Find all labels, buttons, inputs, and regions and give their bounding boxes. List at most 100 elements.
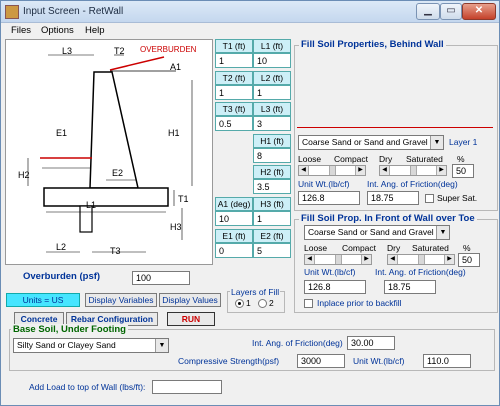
menu-bar: Files Options Help	[1, 23, 499, 39]
fill-front-percent-label: %	[463, 243, 471, 253]
fill-front-unitwt-input[interactable]: 126.8	[304, 280, 366, 294]
layers-title: Layers of Fill	[230, 287, 281, 297]
super-sat-checkbox[interactable]	[425, 194, 434, 203]
fill-front-saturated-label: Saturated	[412, 243, 449, 253]
add-load-input[interactable]	[152, 380, 222, 394]
input-h3[interactable]: 1	[253, 211, 291, 226]
label-e2: E2	[112, 168, 123, 178]
layers-radio-2[interactable]	[258, 299, 267, 308]
close-button[interactable]: ✕	[462, 3, 496, 20]
fill-front-density-slider[interactable]: ◀ ▶	[304, 254, 372, 265]
maximize-button[interactable]: ▭	[440, 3, 462, 20]
arrow-right-icon: ▶	[436, 166, 446, 175]
close-icon: ✕	[474, 5, 484, 16]
fill-behind-loose-label: Loose	[298, 154, 322, 164]
arrow-left-icon: ◀	[305, 255, 315, 264]
fill-behind-percent-label: %	[457, 154, 465, 164]
base-unitwt-input[interactable]: 110.0	[423, 354, 471, 368]
base-soil-select[interactable]: Silty Sand or Clayey Sand ▼	[13, 338, 169, 353]
fill-behind-saturated-label: Saturated	[406, 154, 443, 164]
menu-options[interactable]: Options	[41, 25, 74, 36]
input-t2[interactable]: 1	[215, 85, 253, 100]
input-a1[interactable]: 10	[215, 211, 253, 226]
main-window: Input Screen - RetWall ▁ ▭ ✕ Files Optio…	[0, 0, 500, 406]
base-friction-input[interactable]: 30.00	[347, 336, 395, 350]
units-indicator[interactable]: Units = US	[6, 293, 80, 307]
header-l2: L2 (ft)	[253, 71, 291, 85]
window-title: Input Screen - RetWall	[23, 6, 124, 17]
display-variables-button[interactable]: Display Variables	[85, 293, 157, 307]
base-unitwt-label: Unit Wt.(lb/cf)	[353, 356, 405, 366]
input-l1[interactable]: 10	[253, 53, 291, 68]
inplace-label: Inplace prior to backfill	[317, 298, 402, 308]
header-l1: L1 (ft)	[253, 39, 291, 53]
chevron-down-icon: ▼	[430, 136, 443, 149]
fill-behind-friction-label: Int. Ang. of Friction(deg)	[367, 179, 458, 189]
fill-behind-unitwt-input[interactable]: 126.8	[298, 191, 360, 205]
super-sat-label: Super Sat.	[437, 193, 478, 203]
slider-thumb[interactable]	[410, 166, 417, 175]
display-values-button[interactable]: Display Values	[159, 293, 221, 307]
input-e2[interactable]: 5	[253, 243, 291, 258]
label-l3: L3	[62, 46, 72, 56]
layers-radio-1[interactable]	[235, 299, 244, 308]
label-l2: L2	[56, 242, 66, 252]
base-soil-value: Silty Sand or Clayey Sand	[17, 340, 116, 350]
fill-front-friction-input[interactable]: 18.75	[384, 280, 436, 294]
label-h1: H1	[168, 128, 180, 138]
label-t3: T3	[110, 246, 121, 256]
fill-front-soil-value: Coarse Sand or Sand and Gravel	[308, 227, 434, 237]
fill-front-percent-input[interactable]: 50	[458, 253, 480, 267]
fill-behind-percent-input[interactable]: 50	[452, 164, 474, 178]
fill-behind-saturation-slider[interactable]: ◀ ▶	[379, 165, 447, 176]
fill-behind-compact-label: Compact	[334, 154, 369, 164]
header-l3: L3 (ft)	[253, 102, 291, 116]
base-strength-input[interactable]: 3000	[297, 354, 345, 368]
input-t3[interactable]: 0.5	[215, 116, 253, 131]
fill-behind-density-slider[interactable]: ◀ ▶	[298, 165, 366, 176]
arrow-left-icon: ◀	[299, 166, 309, 175]
fill-behind-soil-select[interactable]: Coarse Sand or Sand and Gravel ▼	[298, 135, 444, 150]
label-a1: A1	[170, 62, 181, 72]
input-h2[interactable]: 3.5	[253, 179, 291, 194]
layers-label-2: 2	[269, 298, 274, 308]
fill-behind-unitwt-label: Unit Wt.(lb/cf)	[298, 179, 350, 189]
arrow-right-icon: ▶	[355, 166, 365, 175]
slider-thumb[interactable]	[335, 255, 342, 264]
label-h3: H3	[170, 222, 182, 232]
arrow-right-icon: ▶	[361, 255, 371, 264]
slider-thumb[interactable]	[329, 166, 336, 175]
menu-files[interactable]: Files	[11, 25, 31, 36]
inplace-checkbox[interactable]	[304, 299, 313, 308]
label-t2: T2	[114, 46, 125, 56]
overburden-input[interactable]: 100	[132, 271, 190, 285]
input-l3[interactable]: 3	[253, 116, 291, 131]
fill-front-soil-select[interactable]: Coarse Sand or Sand and Gravel ▼	[304, 225, 450, 240]
input-e1[interactable]: 0	[215, 243, 253, 258]
chevron-down-icon: ▼	[155, 339, 168, 352]
fill-front-title: Fill Soil Prop. In Front of Wall over To…	[299, 213, 477, 224]
input-t1[interactable]: 1	[215, 53, 253, 68]
input-h1[interactable]: 8	[253, 148, 291, 163]
layers-label-1: 1	[246, 298, 251, 308]
chevron-down-icon: ▼	[436, 226, 449, 239]
fill-behind-friction-input[interactable]: 18.75	[367, 191, 419, 205]
maximize-icon: ▭	[446, 5, 456, 16]
minimize-button[interactable]: ▁	[416, 3, 440, 20]
menu-help[interactable]: Help	[85, 25, 105, 36]
input-l2[interactable]: 1	[253, 85, 291, 100]
fill-front-saturation-slider[interactable]: ◀ ▶	[387, 254, 455, 265]
run-button[interactable]: RUN	[167, 312, 215, 326]
fill-behind-soil-value: Coarse Sand or Sand and Gravel	[302, 137, 428, 147]
fill-behind-title: Fill Soil Properties, Behind Wall	[299, 39, 446, 50]
fill-behind-layer: Layer 1	[449, 137, 478, 147]
slider-thumb[interactable]	[418, 255, 425, 264]
header-e2: E2 (ft)	[253, 229, 291, 243]
fill-front-dry-label: Dry	[387, 243, 401, 253]
app-icon	[5, 5, 19, 19]
wall-diagram-svg: L3 T2 OVERBURDEN A1 E1 H1 H2 E2 L1 T1 H3…	[18, 45, 197, 256]
fill-front-compact-label: Compact	[342, 243, 377, 253]
label-e1: E1	[56, 128, 67, 138]
fill-behind-separator	[297, 127, 493, 128]
label-h2: H2	[18, 170, 30, 180]
